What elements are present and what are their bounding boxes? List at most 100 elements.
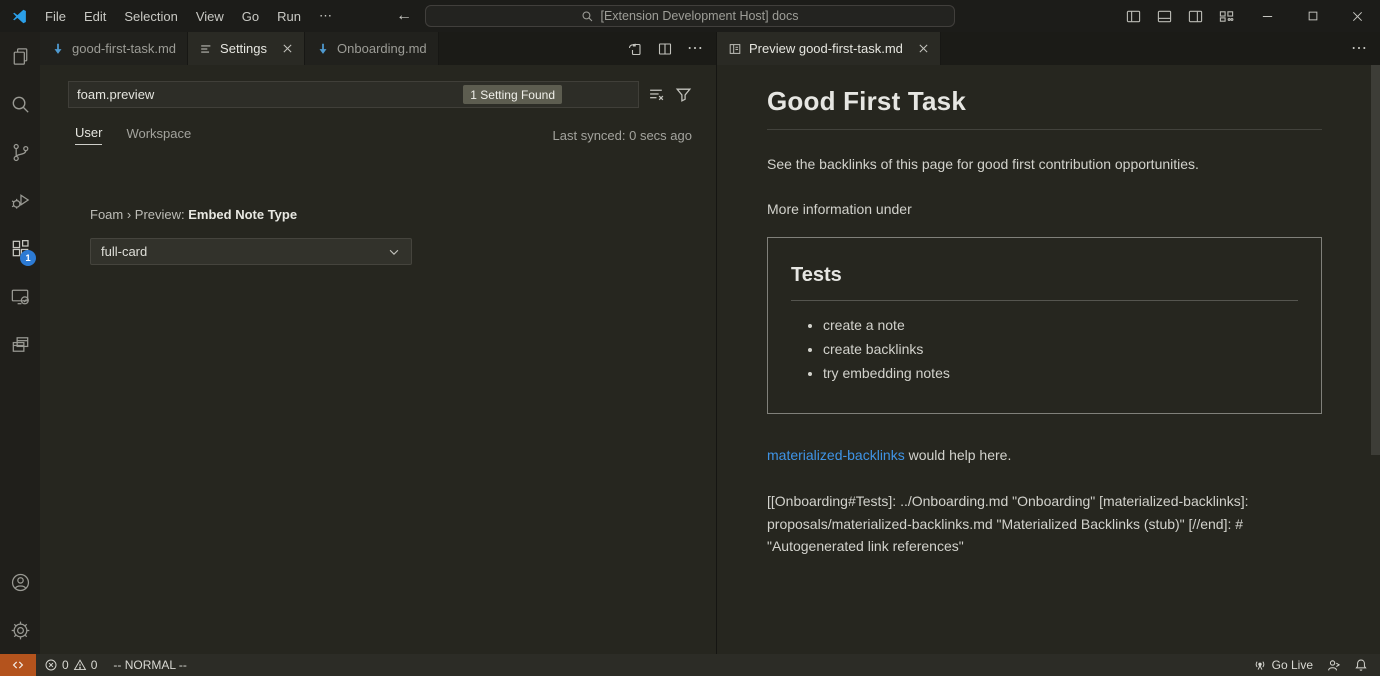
vscode-logo-icon [11,8,28,25]
error-icon [44,658,58,672]
tab-label: Onboarding.md [337,41,427,56]
menu-selection[interactable]: Selection [115,9,186,24]
scope-tab-workspace[interactable]: Workspace [126,126,191,145]
toggle-panel-icon[interactable] [1157,9,1172,24]
remote-indicator[interactable] [0,654,36,676]
tab-good-first-task[interactable]: good-first-task.md [40,32,188,65]
back-arrow-icon[interactable]: ← [396,7,412,25]
menu-view[interactable]: View [187,9,233,24]
markdown-file-icon [316,42,330,56]
preview-scrollbar[interactable] [1371,65,1380,455]
left-editor-actions: ⋯ [627,32,716,65]
tab-label: good-first-task.md [72,41,176,56]
filter-funnel-icon[interactable] [675,86,692,103]
menu-run[interactable]: Run [268,9,310,24]
embed-heading: Tests [791,264,1298,301]
manage-gear-icon[interactable] [0,606,40,654]
source-control-icon[interactable] [0,128,40,176]
tab-settings[interactable]: Settings [188,32,305,65]
close-window-button[interactable] [1335,0,1380,32]
command-center-search[interactable]: [Extension Development Host] docs [425,5,955,27]
extensions-icon[interactable]: 1 [0,224,40,272]
list-item: create a note [823,317,1298,333]
embedded-note-card: Tests create a note create backlinks try… [767,237,1322,414]
settings-results-badge: 1 Setting Found [463,85,562,104]
last-synced-label: Last synced: 0 secs ago [553,128,692,143]
preview-paragraph: See the backlinks of this page for good … [767,154,1322,175]
link-references-paragraph: [[Onboarding#Tests]: ../Onboarding.md "O… [767,490,1322,558]
vim-mode-indicator[interactable]: -- NORMAL -- [105,658,195,672]
markdown-preview-icon [728,42,742,56]
windows-panel-icon[interactable] [0,320,40,368]
select-value: full-card [101,244,147,259]
window-controls [1245,0,1380,32]
search-icon [581,10,594,23]
window-title: [Extension Development Host] docs [600,9,798,23]
settings-search-row: 1 Setting Found [68,81,692,108]
close-tab-icon[interactable] [918,43,929,54]
explorer-icon[interactable] [0,32,40,80]
preview-heading: Good First Task [767,86,1322,130]
link-tail-text: would help here. [905,447,1012,463]
search-view-icon[interactable] [0,80,40,128]
left-tabbar: good-first-task.md Settings Onboarding.m… [40,32,716,65]
account-icon[interactable] [0,558,40,606]
warning-count: 0 [91,658,98,672]
more-actions-icon[interactable]: ⋯ [1351,41,1368,57]
notifications-bell-icon[interactable] [1354,658,1368,672]
menu-edit[interactable]: Edit [75,9,115,24]
setting-category-label: Foam › Preview: [90,207,188,222]
open-settings-json-icon[interactable] [627,41,643,57]
markdown-file-icon [51,42,65,56]
warning-icon [73,658,87,672]
list-item: try embedding notes [823,365,1298,381]
markdown-preview: Good First Task See the backlinks of thi… [717,65,1380,654]
scope-tab-user[interactable]: User [75,125,102,145]
clear-filters-icon[interactable] [648,86,665,103]
more-actions-icon[interactable]: ⋯ [687,41,704,57]
materialized-backlinks-link[interactable]: materialized-backlinks [767,447,905,463]
error-count: 0 [62,658,69,672]
embed-list: create a note create backlinks try embed… [791,317,1298,381]
setting-name-label: Embed Note Type [188,207,297,222]
minimize-button[interactable] [1245,0,1290,32]
menu-go[interactable]: Go [233,9,268,24]
editor-group-left: good-first-task.md Settings Onboarding.m… [40,32,716,654]
embed-note-type-select[interactable]: full-card [90,238,412,265]
problems-indicator[interactable]: 0 0 [36,658,105,672]
broadcast-icon [1253,658,1267,672]
editor-group-right: Preview good-first-task.md ⋯ Good First … [716,32,1380,654]
go-live-label: Go Live [1272,658,1313,672]
remote-explorer-icon[interactable] [0,272,40,320]
vscode-window: File Edit Selection View Go Run ⋯ ← → [E… [0,0,1380,676]
tab-preview-good-first-task[interactable]: Preview good-first-task.md [717,32,941,65]
menubar: File Edit Selection View Go Run ⋯ [36,8,341,24]
toggle-primary-sidebar-icon[interactable] [1126,9,1141,24]
menu-more[interactable]: ⋯ [310,8,341,24]
toggle-secondary-sidebar-icon[interactable] [1188,9,1203,24]
extensions-badge: 1 [20,250,36,266]
settings-search-icons [648,86,692,103]
list-item: create backlinks [823,341,1298,357]
menu-file[interactable]: File [36,9,75,24]
layout-controls [1126,0,1234,32]
tab-label: Settings [220,41,267,56]
right-tabbar: Preview good-first-task.md ⋯ [717,32,1380,65]
preview-paragraph: More information under [767,199,1322,220]
tab-onboarding[interactable]: Onboarding.md [305,32,439,65]
titlebar: File Edit Selection View Go Run ⋯ ← → [E… [0,0,1380,32]
tab-label: Preview good-first-task.md [749,41,903,56]
setting-item-embed-note-type: Foam › Preview: Embed Note Type full-car… [90,207,412,265]
split-editor-icon[interactable] [657,41,673,57]
settings-scope-row: User Workspace Last synced: 0 secs ago [75,123,692,147]
run-debug-icon[interactable] [0,176,40,224]
statusbar-right: Go Live [1253,658,1380,673]
close-tab-icon[interactable] [282,43,293,54]
live-share-icon[interactable] [1326,658,1341,673]
go-live-button[interactable]: Go Live [1253,658,1313,672]
activity-bar: 1 [0,32,40,654]
maximize-button[interactable] [1290,0,1335,32]
customize-layout-icon[interactable] [1219,9,1234,24]
setting-title: Foam › Preview: Embed Note Type [90,207,412,222]
settings-editor-icon [199,42,213,56]
